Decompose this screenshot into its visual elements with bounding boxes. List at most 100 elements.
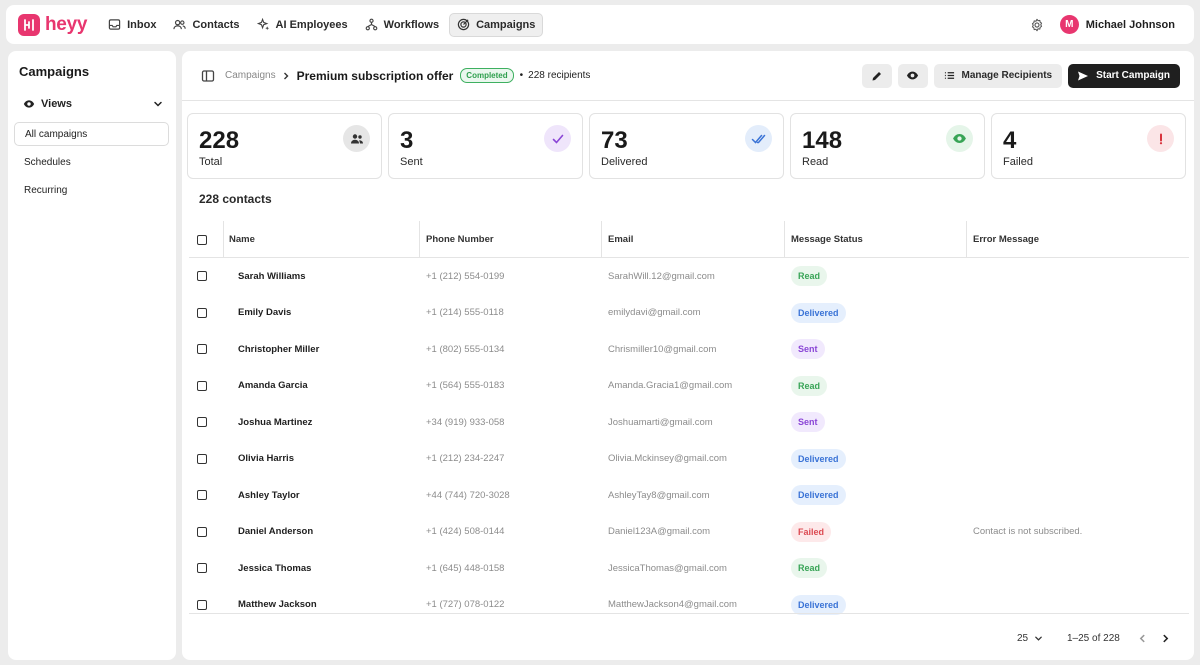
eye-icon	[23, 100, 35, 108]
contact-email: Amanda.Gracia1@gmail.com	[608, 380, 733, 392]
nav-label: Campaigns	[476, 18, 536, 31]
contact-phone: +1 (564) 555-0183	[426, 380, 505, 392]
eye-icon	[906, 71, 919, 80]
contact-name: Amanda Garcia	[238, 380, 308, 392]
contact-name: Daniel Anderson	[238, 526, 314, 538]
views-toggle[interactable]: Views	[23, 98, 163, 110]
sidebar-item-recurring[interactable]: Recurring	[14, 178, 169, 202]
contact-email: JessicaThomas@gmail.com	[608, 562, 727, 574]
table-row[interactable]: Sarah Williams +1 (212) 554-0199 SarahWill…	[189, 258, 1189, 295]
preview-button[interactable]	[897, 63, 928, 88]
pencil-icon	[872, 71, 881, 80]
nav-item-workflows[interactable]: Workflows	[358, 13, 446, 37]
top-navbar: heyy Inbox Contacts AI Employees Workflo…	[6, 5, 1194, 44]
contact-phone: +1 (212) 234-2247	[426, 453, 505, 465]
stat-label: Total	[199, 156, 223, 168]
stat-value: 228	[199, 127, 240, 154]
message-status-badge: Sent	[791, 339, 825, 360]
status-badge: Completed	[460, 68, 514, 83]
workflow-icon	[365, 18, 378, 31]
start-campaign-button[interactable]: Start Campaign	[1068, 63, 1180, 88]
contact-phone: +44 (744) 720-3028	[426, 489, 510, 501]
inbox-icon	[108, 19, 121, 30]
table-body: Sarah Williams +1 (212) 554-0199 SarahWill…	[189, 258, 1189, 623]
brand-name: heyy	[45, 13, 88, 35]
stat-label: Delivered	[601, 156, 648, 168]
contact-name: Christopher Miller	[238, 343, 320, 355]
column-error-message[interactable]: Error Message	[973, 221, 1039, 258]
column-phone[interactable]: Phone Number	[426, 221, 494, 258]
row-checkbox[interactable]	[197, 331, 207, 368]
campaign-icon	[457, 18, 470, 31]
row-checkbox[interactable]	[197, 404, 207, 441]
row-checkbox[interactable]	[197, 550, 207, 587]
brand-logo[interactable]: heyy	[18, 13, 88, 36]
nav-item-ai-employees[interactable]: AI Employees	[250, 13, 355, 37]
contact-phone: +1 (802) 555-0134	[426, 343, 505, 355]
rows-per-page-select[interactable]: 25	[1017, 633, 1043, 644]
table-row[interactable]: Jessica Thomas +1 (645) 448-0158 JessicaTh…	[189, 550, 1189, 587]
contact-name: Emily Davis	[238, 307, 292, 319]
stat-card-sent: 3 Sent	[388, 113, 583, 179]
row-checkbox[interactable]	[197, 477, 207, 514]
user-name[interactable]: Michael Johnson	[1086, 19, 1175, 31]
contact-email: Olivia.Mckinsey@gmail.com	[608, 453, 727, 465]
nav-item-inbox[interactable]: Inbox	[101, 13, 163, 37]
stat-card-read: 148 Read	[790, 113, 985, 179]
list-icon	[944, 72, 954, 79]
contact-email: Chrismiller10@gmail.com	[608, 343, 717, 355]
stats-cards: 228 Total 3 Sent 73 Delivered 148 Read 4…	[187, 113, 1186, 179]
nav-item-campaigns[interactable]: Campaigns	[449, 12, 544, 37]
next-page-icon[interactable]	[1161, 634, 1170, 643]
row-checkbox[interactable]	[197, 587, 207, 624]
stat-card-total: 228 Total	[187, 113, 382, 179]
table-row[interactable]: Emily Davis +1 (214) 555-0118 emilydavi@gm…	[189, 295, 1189, 332]
double-check-icon	[745, 125, 772, 152]
chevron-down-icon	[154, 101, 162, 107]
nav-item-contacts[interactable]: Contacts	[166, 13, 246, 37]
table-row[interactable]: Matthew Jackson +1 (727) 078-0122 MatthewJ…	[189, 587, 1189, 624]
contact-email: Daniel123A@gmail.com	[608, 526, 711, 538]
contact-email: emilydavi@gmail.com	[608, 307, 701, 319]
manage-recipients-button[interactable]: Manage Recipients	[933, 63, 1063, 88]
select-all-checkbox[interactable]	[197, 221, 207, 258]
sidebar-toggle-icon[interactable]	[201, 69, 215, 83]
table-row[interactable]: Christopher Miller +1 (802) 555-0134 Chris…	[189, 331, 1189, 368]
contact-name: Joshua Martinez	[238, 416, 313, 428]
sidebar-item-all-campaigns[interactable]: All campaigns	[14, 122, 169, 146]
error-message: Contact is not subscribed.	[973, 526, 1083, 538]
campaign-detail: Campaigns Premium subscription offer Com…	[182, 51, 1194, 660]
table-row[interactable]: Amanda Garcia +1 (564) 555-0183 Amanda.Gra…	[189, 368, 1189, 405]
row-checkbox[interactable]	[197, 441, 207, 478]
nav-label: Workflows	[383, 18, 440, 31]
table-row[interactable]: Ashley Taylor +44 (744) 720-3028 AshleyTay…	[189, 477, 1189, 514]
stat-card-failed: 4 Failed	[991, 113, 1186, 179]
column-message-status[interactable]: Message Status	[791, 221, 863, 258]
edit-button[interactable]	[861, 63, 892, 88]
contact-name: Jessica Thomas	[238, 562, 312, 574]
message-status-badge: Read	[791, 558, 828, 579]
table-row[interactable]: Daniel Anderson +1 (424) 508-0144 Daniel12…	[189, 514, 1189, 551]
row-checkbox[interactable]	[197, 295, 207, 332]
chevron-down-icon	[1035, 636, 1042, 641]
table-row[interactable]: Joshua Martinez +34 (919) 933-058 Joshuama…	[189, 404, 1189, 441]
row-checkbox[interactable]	[197, 368, 207, 405]
column-name[interactable]: Name	[229, 221, 255, 258]
user-avatar[interactable]: M	[1059, 15, 1079, 34]
sidebar-item-schedules[interactable]: Schedules	[14, 150, 169, 174]
table-divider	[189, 613, 1189, 614]
breadcrumb-campaigns[interactable]: Campaigns	[225, 70, 276, 81]
contact-email: Joshuamarti@gmail.com	[608, 416, 713, 428]
contact-name: Ashley Taylor	[238, 489, 300, 501]
row-checkbox[interactable]	[197, 514, 207, 551]
settings-gear-icon[interactable]	[1030, 18, 1044, 32]
stat-value: 3	[400, 127, 414, 154]
table-row[interactable]: Olivia Harris +1 (212) 234-2247 Olivia.Mck…	[189, 441, 1189, 478]
column-email[interactable]: Email	[608, 221, 633, 258]
row-checkbox[interactable]	[197, 258, 207, 295]
views-label: Views	[41, 98, 72, 110]
previous-page-icon[interactable]	[1138, 634, 1147, 643]
per-page-value: 25	[1017, 633, 1029, 644]
users-icon	[343, 125, 370, 152]
sidebar-title: Campaigns	[19, 64, 90, 79]
